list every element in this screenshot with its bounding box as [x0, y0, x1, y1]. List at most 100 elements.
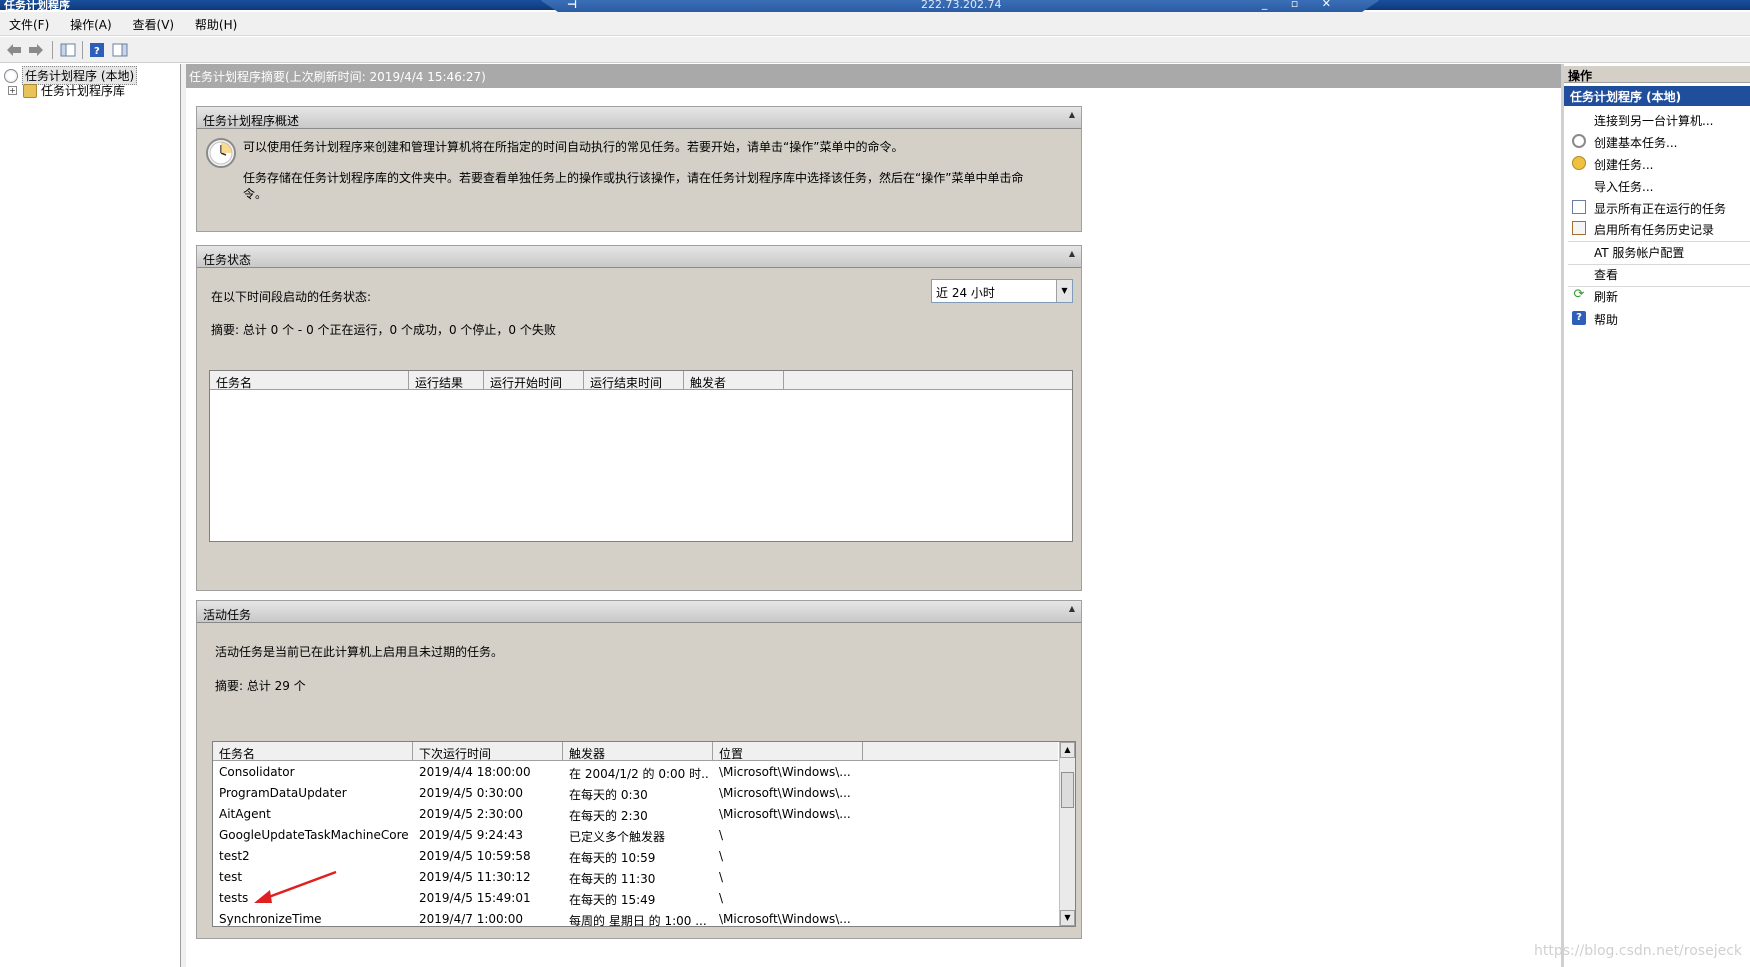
action-label: 创建基本任务... — [1594, 136, 1678, 150]
summary-header: 任务计划程序摘要(上次刷新时间: 2019/4/4 15:46:27) — [186, 64, 1561, 88]
toolbar: ? — [0, 37, 1750, 63]
action-refresh[interactable]: ⟳ 刷新 — [1564, 284, 1750, 306]
cell-next-run: 2019/4/4 18:00:00 — [419, 765, 531, 779]
cell-trigger: 已定义多个触发器 — [569, 830, 666, 844]
cell-location: \Microsoft\Windows\... — [719, 807, 851, 821]
action-show-running-tasks[interactable]: 显示所有正在运行的任务 — [1564, 196, 1750, 218]
table-row[interactable]: ProgramDataUpdater 2019/4/5 0:30:00 在每天的… — [213, 783, 1075, 804]
task-status-body: 在以下时间段启动的任务状态: 近 24 小时 ▼ 摘要: 总计 0 个 - 0 … — [197, 268, 1081, 590]
overview-body: 可以使用任务计划程序来创建和管理计算机将在所指定的时间自动执行的常见任务。若要开… — [197, 129, 1081, 231]
cell-task-name: SynchronizeTime — [219, 912, 322, 926]
menu-help[interactable]: 帮助(H) — [186, 12, 245, 33]
collapse-arrow-icon[interactable]: ▲ — [1069, 604, 1075, 613]
action-label: 帮助 — [1594, 313, 1619, 327]
navigation-tree: 任务计划程序 (本地) + 任务计划程序库 — [0, 64, 181, 967]
back-arrow-icon[interactable] — [4, 41, 24, 59]
toolbar-separator — [82, 41, 83, 59]
column-header-run-end[interactable]: 运行结束时间 — [584, 371, 684, 390]
cell-location: \ — [719, 849, 724, 863]
overview-line-3: 令。 — [243, 187, 268, 201]
help-icon: ? — [1572, 311, 1586, 325]
cell-location: \ — [719, 828, 724, 842]
action-label: 导入任务... — [1594, 180, 1654, 194]
action-import-task[interactable]: 导入任务... — [1564, 174, 1750, 196]
status-period-label: 在以下时间段启动的任务状态: — [211, 290, 372, 304]
cell-trigger: 在每天的 11:30 — [569, 872, 656, 886]
table-row[interactable]: Consolidator 2019/4/4 18:00:00 在 2004/1/… — [213, 762, 1075, 783]
clock-icon — [205, 137, 237, 172]
table-row[interactable]: test 2019/4/5 11:30:12 在每天的 11:30 \ — [213, 867, 1075, 888]
expand-plus-icon[interactable]: + — [8, 86, 17, 95]
scroll-down-arrow-icon[interactable]: ▼ — [1060, 910, 1075, 926]
action-create-basic-task[interactable]: 创建基本任务... — [1564, 130, 1750, 152]
table-row[interactable]: GoogleUpdateTaskMachineCore 2019/4/5 9:2… — [213, 825, 1075, 846]
cell-task-name: GoogleUpdateTaskMachineCore — [219, 828, 409, 842]
action-create-task[interactable]: 创建任务... — [1564, 152, 1750, 174]
task-status-section-header[interactable]: 任务状态 ▲ — [197, 246, 1081, 268]
action-label: 启用所有任务历史记录 — [1594, 223, 1715, 237]
scroll-thumb[interactable] — [1061, 772, 1074, 808]
column-header-trigger[interactable]: 触发器 — [563, 742, 713, 761]
forward-arrow-icon[interactable] — [26, 41, 46, 59]
cell-trigger: 在每天的 10:59 — [569, 851, 656, 865]
active-tasks-section-header[interactable]: 活动任务 ▲ — [197, 601, 1081, 623]
running-tasks-icon — [1572, 200, 1586, 214]
overview-section-header[interactable]: 任务计划程序概述 ▲ — [197, 107, 1081, 129]
table-row[interactable]: AitAgent 2019/4/5 2:30:00 在每天的 2:30 \Mic… — [213, 804, 1075, 825]
table-row[interactable]: SynchronizeTime 2019/4/7 1:00:00 每周的 星期日… — [213, 909, 1075, 926]
action-connect-computer[interactable]: 连接到另一台计算机... — [1564, 108, 1750, 130]
cell-task-name: test2 — [219, 849, 250, 863]
create-task-icon — [1572, 156, 1586, 170]
column-header-triggered-by[interactable]: 触发者 — [684, 371, 784, 390]
status-summary: 摘要: 总计 0 个 - 0 个正在运行，0 个成功，0 个停止，0 个失败 — [211, 323, 556, 337]
collapse-arrow-icon[interactable]: ▲ — [1069, 249, 1075, 258]
action-at-service-config[interactable]: AT 服务帐户配置 — [1564, 240, 1750, 262]
scroll-up-arrow-icon[interactable]: ▲ — [1060, 742, 1075, 758]
pin-icon[interactable]: ⊣ — [567, 0, 577, 11]
menu-action[interactable]: 操作(A) — [61, 12, 120, 33]
menu-view[interactable]: 查看(V) — [124, 12, 183, 33]
window-title: 任务计划程序 — [4, 0, 70, 10]
table-row[interactable]: test2 2019/4/5 10:59:58 在每天的 10:59 \ — [213, 846, 1075, 867]
column-header-run-result[interactable]: 运行结果 — [409, 371, 484, 390]
tree-library-label: 任务计划程序库 — [41, 84, 126, 98]
cell-next-run: 2019/4/7 1:00:00 — [419, 912, 523, 926]
cell-next-run: 2019/4/5 10:59:58 — [419, 849, 531, 863]
refresh-icon: ⟳ — [1573, 287, 1585, 302]
actions-group-header[interactable]: 任务计划程序 (本地) — [1564, 86, 1750, 106]
active-tasks-scrollbar[interactable]: ▲ ▼ — [1059, 742, 1075, 926]
menu-file[interactable]: 文件(F) — [0, 12, 57, 33]
collapse-arrow-icon[interactable]: ▲ — [1069, 110, 1075, 119]
action-label: 显示所有正在运行的任务 — [1594, 202, 1727, 216]
action-label: 刷新 — [1594, 290, 1619, 304]
overview-line-2: 任务存储在任务计划程序库的文件夹中。若要查看单独任务上的操作或执行该操作，请在任… — [243, 171, 1024, 185]
column-header-run-start[interactable]: 运行开始时间 — [484, 371, 584, 390]
task-status-title: 任务状态 — [203, 253, 252, 267]
show-hide-tree-icon[interactable] — [58, 41, 78, 59]
action-enable-history[interactable]: 启用所有任务历史记录 — [1564, 217, 1750, 239]
help-icon[interactable]: ? — [87, 41, 107, 59]
actions-pane-title: 操作 — [1564, 66, 1750, 83]
cell-trigger: 在 2004/1/2 的 0:00 时... — [569, 767, 709, 781]
column-header-task-name[interactable]: 任务名 — [213, 742, 413, 761]
column-header-location[interactable]: 位置 — [713, 742, 863, 761]
cell-task-name: tests — [219, 891, 249, 905]
cell-trigger: 在每天的 15:49 — [569, 893, 656, 907]
table-row[interactable]: tests 2019/4/5 15:49:01 在每天的 15:49 \ — [213, 888, 1075, 909]
cell-task-name: AitAgent — [219, 807, 271, 821]
folder-icon — [23, 83, 37, 98]
show-action-pane-icon[interactable] — [110, 41, 130, 59]
action-help[interactable]: ? 帮助 — [1564, 307, 1750, 329]
action-view[interactable]: 查看 — [1564, 262, 1750, 284]
chevron-down-icon[interactable]: ▼ — [1056, 280, 1072, 302]
column-header-next-run[interactable]: 下次运行时间 — [413, 742, 563, 761]
task-status-table[interactable]: 任务名 运行结果 运行开始时间 运行结束时间 触发者 — [209, 370, 1073, 542]
cell-trigger: 在每天的 2:30 — [569, 809, 648, 823]
column-header-task-name[interactable]: 任务名 — [210, 371, 409, 390]
status-period-select[interactable]: 近 24 小时 ▼ — [931, 279, 1073, 303]
active-tasks-summary: 摘要: 总计 29 个 — [215, 679, 306, 693]
task-scheduler-clock-icon — [4, 68, 18, 83]
tree-library-item[interactable]: + 任务计划程序库 — [8, 82, 125, 99]
cell-next-run: 2019/4/5 2:30:00 — [419, 807, 523, 821]
rdp-window-controls[interactable]: _ ▫ ✕ — [1262, 0, 1341, 10]
